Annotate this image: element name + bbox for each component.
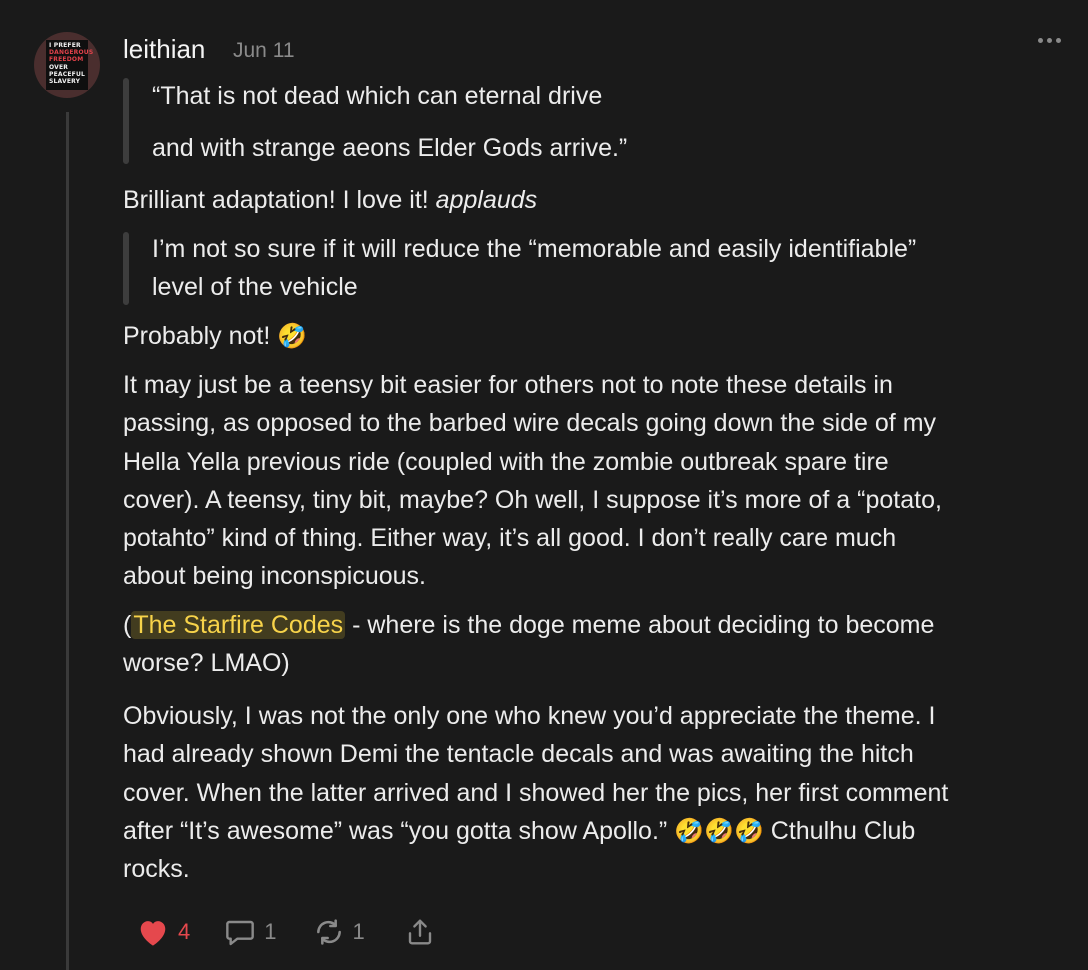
paragraph-text: after “It’s awesome” was “you gotta show… [123,816,675,845]
avatar-line: PEACEFUL [49,70,86,78]
avatar-book-cover: I PREFER DANGEROUS FREEDOM OVER PEACEFUL… [46,40,94,90]
paragraph-line: had already shown Demi the tentacle deca… [123,740,914,769]
like-button[interactable]: 4 [136,917,190,947]
paragraph-text: - where is the doge meme about deciding … [345,611,935,639]
blockquote-line: level of the vehicle [152,273,358,301]
paragraph-text: Brilliant adaptation! I love it! [123,186,436,214]
paragraph-line: cover. When the latter arrived and I sho… [123,778,949,807]
blockquote-line: I’m not so sure if it will reduce the “m… [152,235,917,263]
mention-link[interactable]: The Starfire Codes [131,611,346,639]
restack-icon [316,919,341,945]
paragraph-line: passing, as opposed to the barbed wire d… [123,409,937,438]
comment-paragraph: Probably not! 🤣 [123,317,1068,355]
heart-icon [140,921,166,946]
rofl-emoji-icon: 🤣 [277,322,308,350]
paragraph-line: (The Starfire Codes - where is the doge … [123,606,1068,644]
dot [1056,38,1061,43]
paragraph-line: worse? LMAO) [123,649,290,678]
avatar-line: SLAVERY [49,78,81,86]
blockquote-line: “That is not dead which can eternal driv… [152,82,603,110]
comment-button[interactable]: 1 [224,917,277,947]
comment-icon [226,920,255,946]
italic-text: applauds [435,186,538,214]
paragraph-text: Cthulhu Club [763,816,916,845]
paragraph-line: after “It’s awesome” was “you gotta show… [123,812,1068,850]
thread-line [66,112,69,970]
restack-button[interactable]: 1 [313,917,365,947]
blockquote-line: and with strange aeons Elder Gods arrive… [152,134,628,162]
blockquote-bar [123,232,129,305]
paragraph-line: about being inconspicuous. [123,562,427,591]
avatar[interactable]: I PREFER DANGEROUS FREEDOM OVER PEACEFUL… [34,32,100,98]
comment-paragraph: It may just be a teensy bit easier for o… [123,366,1068,596]
paragraph-line: cover). A teensy, tiny bit, maybe? Oh we… [123,485,942,514]
comment-paragraph: Brilliant adaptation! I love it! applaud… [123,181,1068,219]
paragraph-line: potahto” kind of thing. Either way, it’s… [123,524,897,553]
restack-count: 1 [352,919,365,944]
paragraph-line: Obviously, I was not the only one who kn… [123,702,936,730]
avatar-line: OVER [49,63,69,71]
avatar-line: FREEDOM [49,56,84,64]
blockquote-bar [123,78,129,164]
post-date[interactable]: Jun 11 [233,39,295,63]
more-options-icon[interactable] [1036,34,1063,47]
comment-paragraph: (The Starfire Codes - where is the doge … [123,606,1068,683]
paragraph-line: rocks. [123,855,190,884]
dot [1047,38,1052,43]
avatar-line: DANGEROUS [49,49,94,57]
avatar-line: I PREFER [49,42,81,49]
rofl-emoji-icon: 🤣🤣🤣 [674,816,764,845]
share-button[interactable] [405,917,435,947]
paragraph-line: It may just be a teensy bit easier for o… [123,371,893,399]
dot [1038,38,1043,43]
comment-paragraph: Obviously, I was not the only one who kn… [123,697,1068,888]
paragraph-text: Probably not! [123,322,278,350]
author-name[interactable]: leithian [123,34,205,65]
comment-count: 1 [264,919,277,944]
action-bar: 4 1 1 [136,912,435,952]
paragraph-line: Hella Yella previous ride (coupled with … [123,447,889,476]
like-count: 4 [178,919,191,944]
share-icon [408,919,431,945]
